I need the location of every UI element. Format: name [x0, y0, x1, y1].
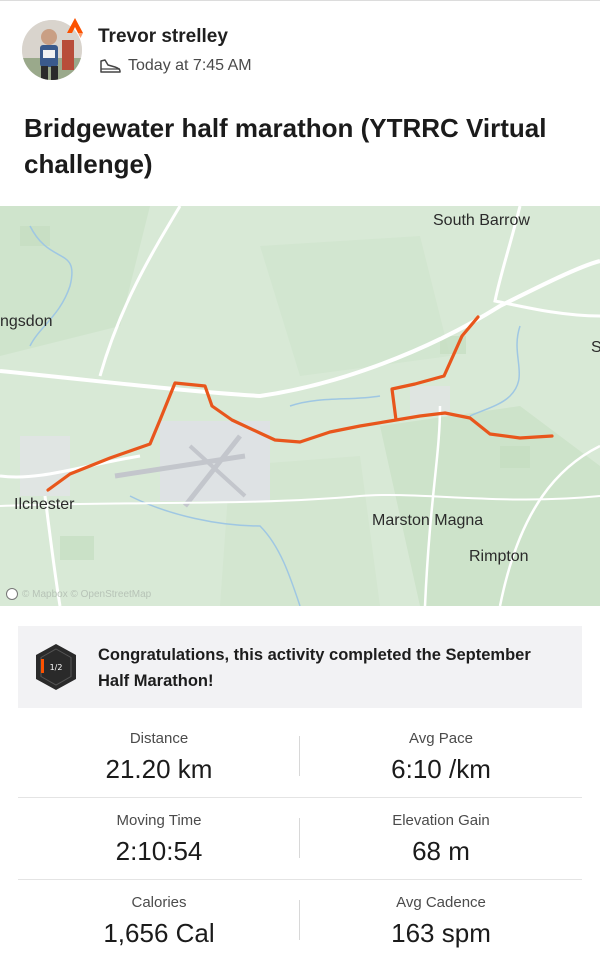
post-timestamp: Today at 7:45 AM — [128, 57, 252, 74]
stat-label: Calories — [131, 894, 187, 911]
map-label-marston-magna: Marston Magna — [372, 512, 484, 529]
shoe-icon — [100, 59, 121, 73]
stat-label: Avg Pace — [409, 730, 473, 747]
half-marathon-badge-icon: 1/2 — [36, 644, 76, 690]
stat-value: 68 m — [412, 836, 470, 866]
stat-label: Moving Time — [116, 812, 202, 829]
achievement-text: Congratulations, this activity completed… — [98, 646, 531, 690]
stats-row: Moving Time 2:10:54 Elevation Gain 68 m — [18, 798, 582, 880]
stat-label: Distance — [129, 730, 189, 747]
map-label-south-barrow: South Barrow — [433, 212, 530, 229]
stat-distance: Distance 21.20 km — [18, 716, 300, 798]
badge-text: 1/2 — [50, 663, 63, 672]
map-label-ngsdon: ngsdon — [0, 313, 53, 330]
stat-label: Elevation Gain — [392, 812, 490, 829]
stat-calories: Calories 1,656 Cal — [18, 880, 300, 960]
author-name[interactable]: Trevor strelley — [98, 26, 228, 48]
post-header: Trevor strelley Today at 7:45 AM — [0, 0, 600, 96]
map-canvas — [0, 206, 600, 606]
map-label-s: S — [591, 339, 600, 356]
stats-row: Calories 1,656 Cal Avg Cadence 163 spm — [18, 880, 582, 960]
stat-avg-pace: Avg Pace 6:10 /km — [300, 716, 582, 798]
stat-elevation-gain: Elevation Gain 68 m — [300, 798, 582, 880]
stat-label: Avg Cadence — [396, 894, 486, 911]
stat-value: 21.20 km — [105, 754, 213, 784]
stat-value: 163 spm — [391, 918, 491, 948]
activity-stats: Distance 21.20 km Avg Pace 6:10 /km Movi… — [18, 716, 582, 960]
map-label-rimpton: Rimpton — [469, 548, 529, 565]
post-meta: Today at 7:45 AM — [98, 56, 252, 76]
stat-value: 2:10:54 — [115, 836, 203, 866]
mapbox-logo-icon — [6, 588, 18, 600]
stat-moving-time: Moving Time 2:10:54 — [18, 798, 300, 880]
strava-logo-icon — [67, 18, 83, 38]
map-attribution-text: © Mapbox © OpenStreetMap — [22, 588, 152, 600]
stats-row: Distance 21.20 km Avg Pace 6:10 /km — [18, 716, 582, 798]
map-label-ilchester: Ilchester — [14, 496, 75, 513]
route-map[interactable]: South Barrow ngsdon S Ilchester Marston … — [0, 206, 600, 606]
stat-value: 6:10 /km — [391, 754, 491, 784]
stat-avg-cadence: Avg Cadence 163 spm — [300, 880, 582, 960]
activity-title[interactable]: Bridgewater half marathon (YTRRC Virtual… — [24, 110, 564, 182]
map-attribution[interactable]: © Mapbox © OpenStreetMap — [6, 588, 151, 600]
achievement-banner[interactable]: 1/2 Congratulations, this activity compl… — [18, 626, 582, 708]
stat-value: 1,656 Cal — [103, 918, 215, 948]
